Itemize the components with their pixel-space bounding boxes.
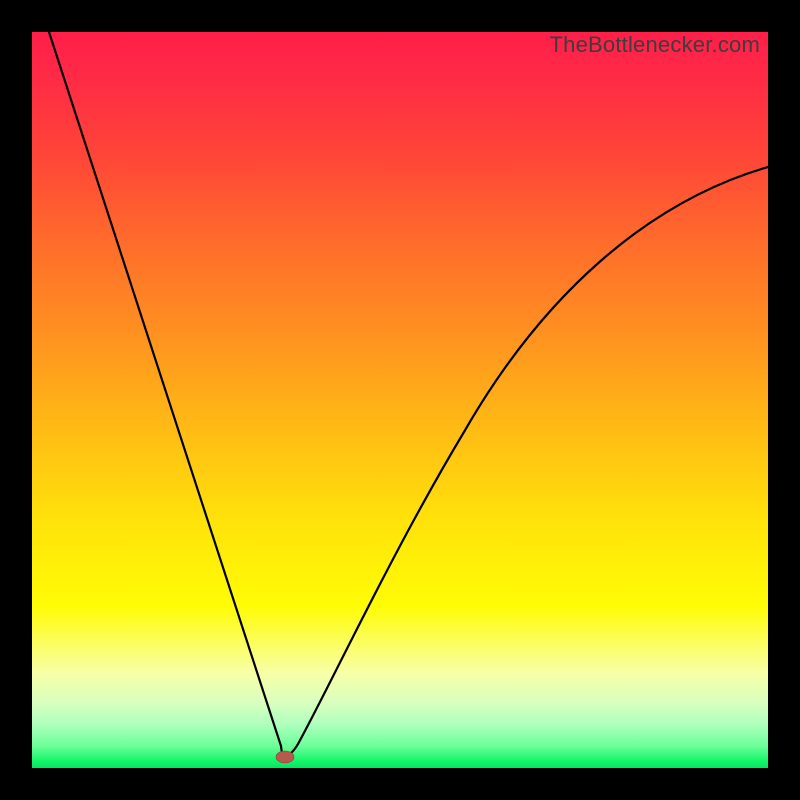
bottleneck-curve xyxy=(49,32,768,756)
plot-area: TheBottlenecker.com xyxy=(32,32,768,768)
chart-frame: TheBottlenecker.com xyxy=(0,0,800,800)
curve-min-marker xyxy=(276,751,294,763)
attribution-label: TheBottlenecker.com xyxy=(550,32,760,58)
curve-svg xyxy=(32,32,768,768)
